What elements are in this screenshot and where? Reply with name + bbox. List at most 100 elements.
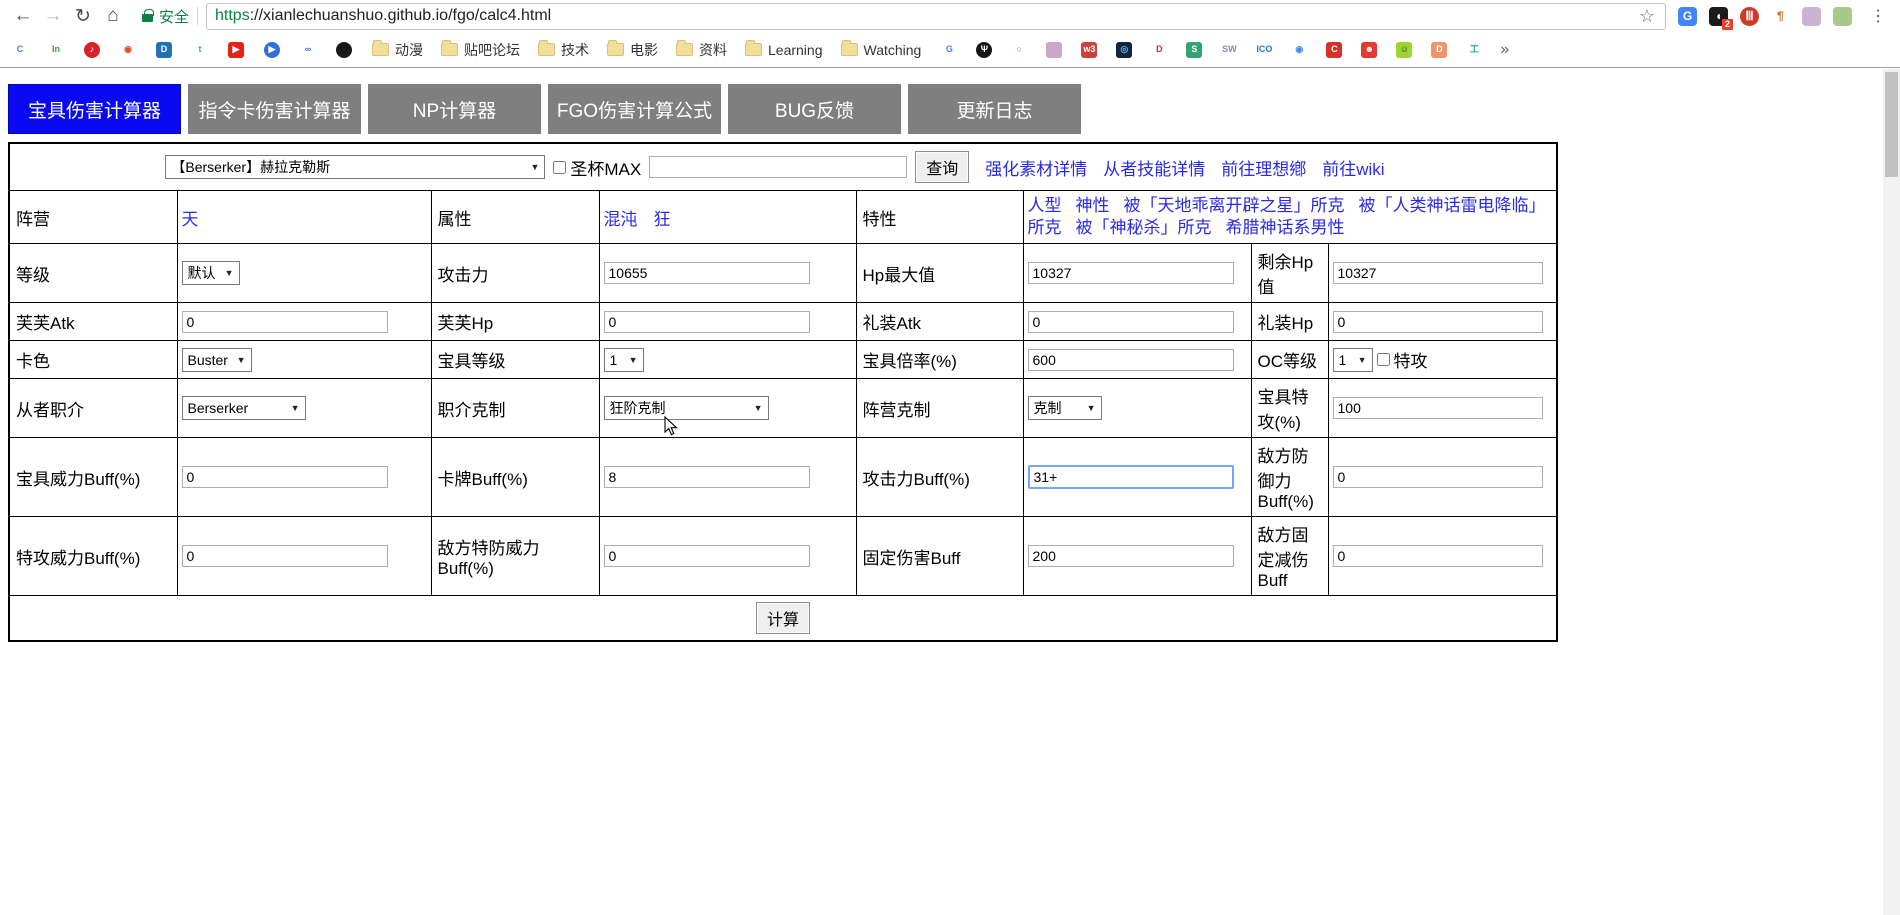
fou-atk-input[interactable] [181, 310, 388, 333]
atk-input[interactable] [603, 262, 810, 284]
fou-hp-input[interactable] [603, 310, 810, 333]
home-icon[interactable]: ⌂ [98, 2, 128, 30]
favicon-fork-black[interactable]: Ψ [976, 41, 993, 58]
avatar-extension-icon-1[interactable] [1802, 6, 1821, 26]
ce-atk-input[interactable] [1027, 310, 1234, 333]
favicon-player-blue[interactable]: ▶ [264, 41, 280, 58]
favicon-ico[interactable]: ICO [1256, 41, 1272, 58]
tab-bug-feedback[interactable]: BUG反馈 [728, 84, 901, 134]
favicon-gong-teal[interactable]: 工 [1466, 41, 1483, 58]
security-chip[interactable]: 安全 [142, 6, 189, 27]
favicon-netease-music[interactable]: ♪ [84, 41, 100, 58]
scrollbar-thumb[interactable] [1885, 72, 1898, 177]
favicon-w3school[interactable]: w3 [1081, 41, 1098, 58]
bookmark-folder[interactable]: 贴吧论坛 [441, 40, 520, 60]
ce-hp-label: 礼装Hp [1250, 302, 1329, 341]
favicon-d-orange[interactable]: D [1431, 41, 1448, 58]
favicon-d-blue[interactable]: D [156, 41, 172, 58]
favicon-s-green[interactable]: S [1186, 41, 1203, 58]
bookmark-folder[interactable]: 技术 [538, 40, 589, 60]
ce-hp-input[interactable] [1332, 310, 1543, 333]
tab-np-damage-calc[interactable]: 宝具伤害计算器 [8, 84, 181, 134]
sp-buff-input[interactable] [181, 545, 388, 567]
favicon-chrome[interactable]: ◉ [1291, 41, 1308, 58]
servant-select[interactable]: 【Berserker】赫拉克勒斯 ▼ [165, 155, 546, 179]
bookmark-star-icon[interactable]: ☆ [1637, 6, 1657, 27]
hp-left-input[interactable] [1332, 262, 1543, 284]
trait-link[interactable]: 被「天地乖离开辟之星」所克 [1124, 196, 1345, 215]
reload-icon[interactable]: ↻ [68, 2, 98, 30]
bookmark-folder[interactable]: Learning [745, 40, 823, 58]
calculate-button[interactable]: 计算 [755, 602, 810, 634]
back-icon[interactable]: ← [8, 2, 38, 30]
grail-max-checkbox[interactable] [553, 160, 567, 174]
pilcrow-extension-icon[interactable]: ¶ [1771, 7, 1790, 26]
tab-damage-formula[interactable]: FGO伤害计算公式 [548, 84, 721, 134]
camp-adv-select[interactable]: 克制 ▼ [1027, 396, 1102, 420]
query-button[interactable]: 查询 [915, 151, 970, 183]
bookmark-folder[interactable]: 电影 [607, 40, 658, 60]
tab-card-damage-calc[interactable]: 指令卡伤害计算器 [188, 84, 361, 134]
trait-link[interactable]: 神性 [1076, 196, 1110, 215]
favicon-github[interactable] [336, 41, 352, 58]
toolbar-link[interactable]: 从者技能详情 [1103, 160, 1205, 179]
favicon-weibo[interactable]: ◉ [120, 41, 136, 58]
favicon-google[interactable]: G [941, 41, 958, 58]
servant-class-select[interactable]: Berserker ▼ [181, 396, 306, 420]
def-buff-input[interactable] [1332, 466, 1543, 488]
atk-buff-input[interactable] [1027, 465, 1234, 489]
bookmark-folder[interactable]: Watching [840, 40, 921, 58]
avatar-extension-icon-2[interactable] [1833, 6, 1852, 26]
level-select[interactable]: 默认 ▼ [181, 261, 240, 285]
favicon-info[interactable]: In [48, 41, 64, 58]
forward-icon[interactable]: → [38, 2, 68, 30]
scrollbar[interactable] [1883, 69, 1900, 915]
toolbar-link[interactable]: 强化素材详情 [985, 160, 1087, 179]
favicon-swirl-blue[interactable]: ◎ [1116, 41, 1133, 58]
card-buff-input[interactable] [603, 466, 810, 488]
class-adv-select[interactable]: 狂阶克制 ▼ [603, 396, 769, 420]
favicon-sw[interactable]: SW [1221, 41, 1238, 58]
favicon-d-red[interactable]: D [1151, 41, 1168, 58]
toolbar-link[interactable]: 前往理想鄕 [1221, 160, 1306, 179]
bookmarks-overflow-chevron[interactable]: » [1500, 41, 1509, 59]
bookmark-folder[interactable]: 资料 [676, 40, 727, 60]
tab-np-calc[interactable]: NP计算器 [368, 84, 541, 134]
attribute-link[interactable]: 狂 [654, 210, 671, 229]
trait-link[interactable]: 希腊神话系男性 [1226, 218, 1345, 237]
flat-dmg-input[interactable] [1027, 545, 1234, 567]
browser-menu-icon[interactable]: ⋮ [1864, 6, 1892, 26]
trait-link[interactable]: 人型 [1028, 196, 1062, 215]
oc-special-checkbox[interactable] [1376, 353, 1390, 366]
url-text[interactable]: https://xianlechuanshuo.github.io/fgo/ca… [215, 7, 1637, 25]
adblock-extension-icon[interactable]: Ⅲ [1740, 6, 1759, 26]
favicon-cloud-orange[interactable]: ○ [1011, 41, 1028, 58]
favicon-cloud-blue[interactable]: ∞ [300, 41, 316, 58]
tab-changelog[interactable]: 更新日志 [908, 84, 1081, 134]
np-buff-input[interactable] [181, 466, 388, 488]
enemy-flat-reduce-input[interactable] [1332, 545, 1543, 567]
favicon-tv-green[interactable]: ☺ [1396, 41, 1413, 58]
favicon-skull-red[interactable]: ☻ [1361, 41, 1378, 58]
favicon-c-red[interactable]: C [1326, 41, 1343, 58]
card-select[interactable]: Buster ▼ [181, 347, 252, 372]
np-level-select[interactable]: 1 ▼ [603, 347, 644, 372]
address-bar[interactable]: https://xianlechuanshuo.github.io/fgo/ca… [206, 2, 1666, 30]
favicon-c-blue[interactable]: C [12, 41, 28, 58]
np-rate-input[interactable] [1027, 348, 1234, 371]
trait-link[interactable]: 被「神秘杀」所克 [1076, 218, 1212, 237]
camp-value-link[interactable]: 天 [182, 210, 199, 229]
hp-max-input[interactable] [1027, 262, 1234, 284]
attribute-link[interactable]: 混沌 [604, 210, 638, 229]
favicon-twitter[interactable]: t [192, 41, 208, 58]
dark-extension-icon[interactable]: ◖ 2 [1709, 6, 1733, 30]
bookmark-folder[interactable]: 动漫 [372, 40, 423, 60]
oc-select[interactable]: 1 ▼ [1332, 347, 1373, 372]
servant-search-input[interactable] [649, 156, 908, 178]
favicon-youtube[interactable]: ▶ [228, 41, 244, 58]
favicon-avatar-anime[interactable] [1046, 41, 1063, 58]
enemy-sp-def-input[interactable] [603, 545, 810, 567]
np-sp-input[interactable] [1332, 397, 1543, 419]
toolbar-link[interactable]: 前往wiki [1322, 160, 1384, 179]
translate-extension-icon[interactable]: G [1678, 6, 1697, 26]
